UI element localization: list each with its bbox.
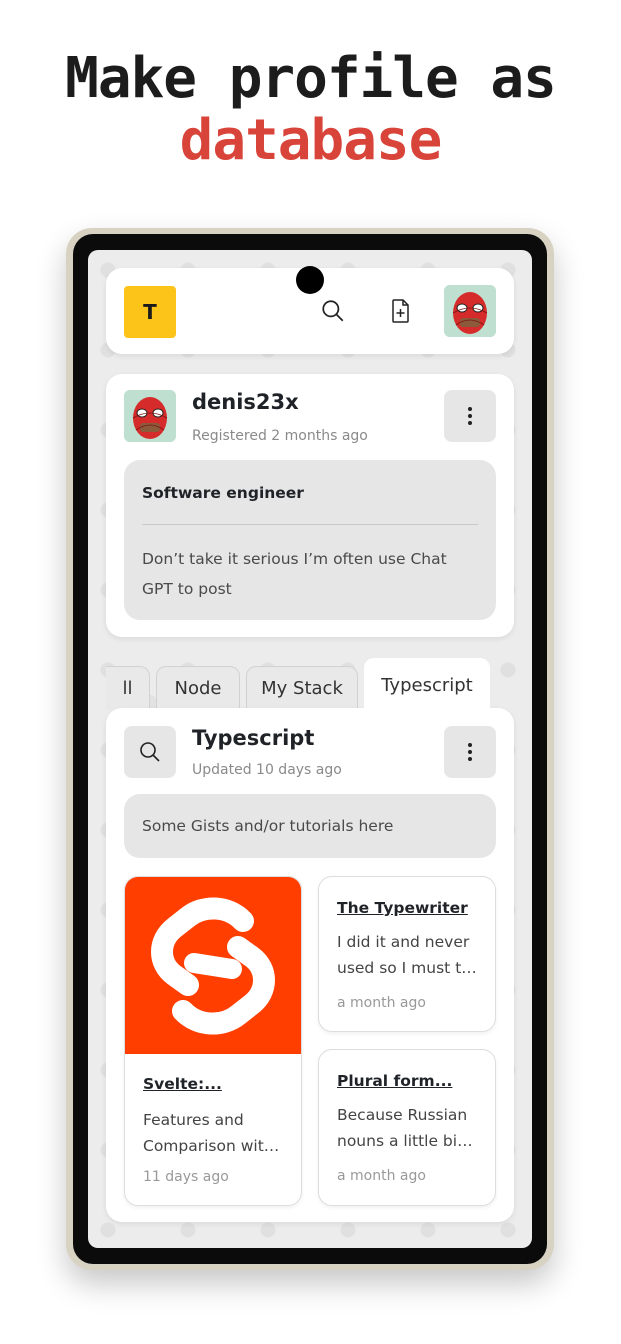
bio-divider — [142, 524, 478, 525]
post-excerpt-line-2: Comparison wit… — [143, 1137, 280, 1155]
category-description: Some Gists and/or tutorials here — [124, 794, 496, 858]
post-excerpt-line-2: used so I must t… — [337, 959, 477, 977]
profile-menu-button[interactable] — [444, 390, 496, 442]
post-title[interactable]: Svelte:... — [143, 1075, 283, 1093]
post-excerpt-line-1: Features and — [143, 1111, 244, 1129]
category-tabs: ll Node My Stack Typescript — [106, 658, 516, 712]
search-icon — [140, 742, 160, 762]
headline-line-1: Make profile as — [65, 46, 557, 111]
bio-title: Software engineer — [142, 484, 304, 502]
tab-my-stack[interactable]: My Stack — [246, 666, 358, 710]
post-card-plural-form[interactable]: Plural form... Because Russian nouns a l… — [318, 1049, 496, 1206]
profile-username: denis23x — [192, 390, 299, 414]
svelte-logo — [125, 877, 301, 1054]
tab-typescript[interactable]: Typescript — [364, 658, 490, 712]
category-search-button[interactable] — [124, 726, 176, 778]
headline: Make profile as database — [0, 48, 621, 172]
tab-node[interactable]: Node — [156, 666, 240, 710]
bio-text-line-2: GPT to post — [142, 580, 232, 598]
category-updated: Updated 10 days ago — [192, 762, 342, 778]
post-date: a month ago — [337, 995, 426, 1011]
post-excerpt-line-2: nouns a little bi… — [337, 1132, 473, 1150]
post-title[interactable]: The Typewriter — [337, 899, 477, 917]
app-screen: T denis23x Registered 2 months ago Softw… — [88, 250, 532, 1248]
more-vertical-icon — [468, 407, 472, 425]
bio-text: Don’t take it serious I’m often use Chat… — [142, 544, 462, 604]
more-vertical-icon — [468, 743, 472, 761]
phone-frame: T denis23x Registered 2 months ago Softw… — [66, 228, 554, 1270]
category-title: Typescript — [192, 726, 315, 750]
profile-avatar[interactable] — [124, 390, 176, 442]
post-excerpt-line-1: I did it and never — [337, 933, 470, 951]
category-section: Typescript Updated 10 days ago Some Gist… — [106, 708, 514, 1222]
post-date: 11 days ago — [143, 1169, 229, 1185]
search-icon[interactable] — [316, 294, 350, 328]
app-logo[interactable]: T — [124, 286, 176, 338]
headline-line-2: database — [179, 108, 443, 173]
post-excerpt: Because Russian nouns a little bi… — [337, 1102, 482, 1154]
post-excerpt-line-1: Because Russian — [337, 1106, 468, 1124]
post-excerpt: Features and Comparison wit… — [143, 1107, 288, 1159]
category-menu-button[interactable] — [444, 726, 496, 778]
post-excerpt: I did it and never used so I must t… — [337, 929, 482, 981]
bio-text-line-1: Don’t take it serious I’m often use Chat — [142, 550, 447, 568]
profile-card: denis23x Registered 2 months ago Softwar… — [106, 374, 514, 637]
phone-bezel: T denis23x Registered 2 months ago Softw… — [73, 234, 547, 1264]
post-date: a month ago — [337, 1168, 426, 1184]
post-card-svelte[interactable]: Svelte:... Features and Comparison wit… … — [124, 876, 302, 1206]
post-title[interactable]: Plural form... — [337, 1072, 477, 1090]
profile-registered: Registered 2 months ago — [192, 428, 368, 444]
profile-bio: Software engineer Don’t take it serious … — [124, 460, 496, 620]
user-avatar[interactable] — [444, 285, 496, 337]
tab-all[interactable]: ll — [106, 666, 150, 710]
add-file-icon[interactable] — [384, 294, 418, 328]
post-card-typewriter[interactable]: The Typewriter I did it and never used s… — [318, 876, 496, 1032]
front-camera — [296, 266, 324, 294]
